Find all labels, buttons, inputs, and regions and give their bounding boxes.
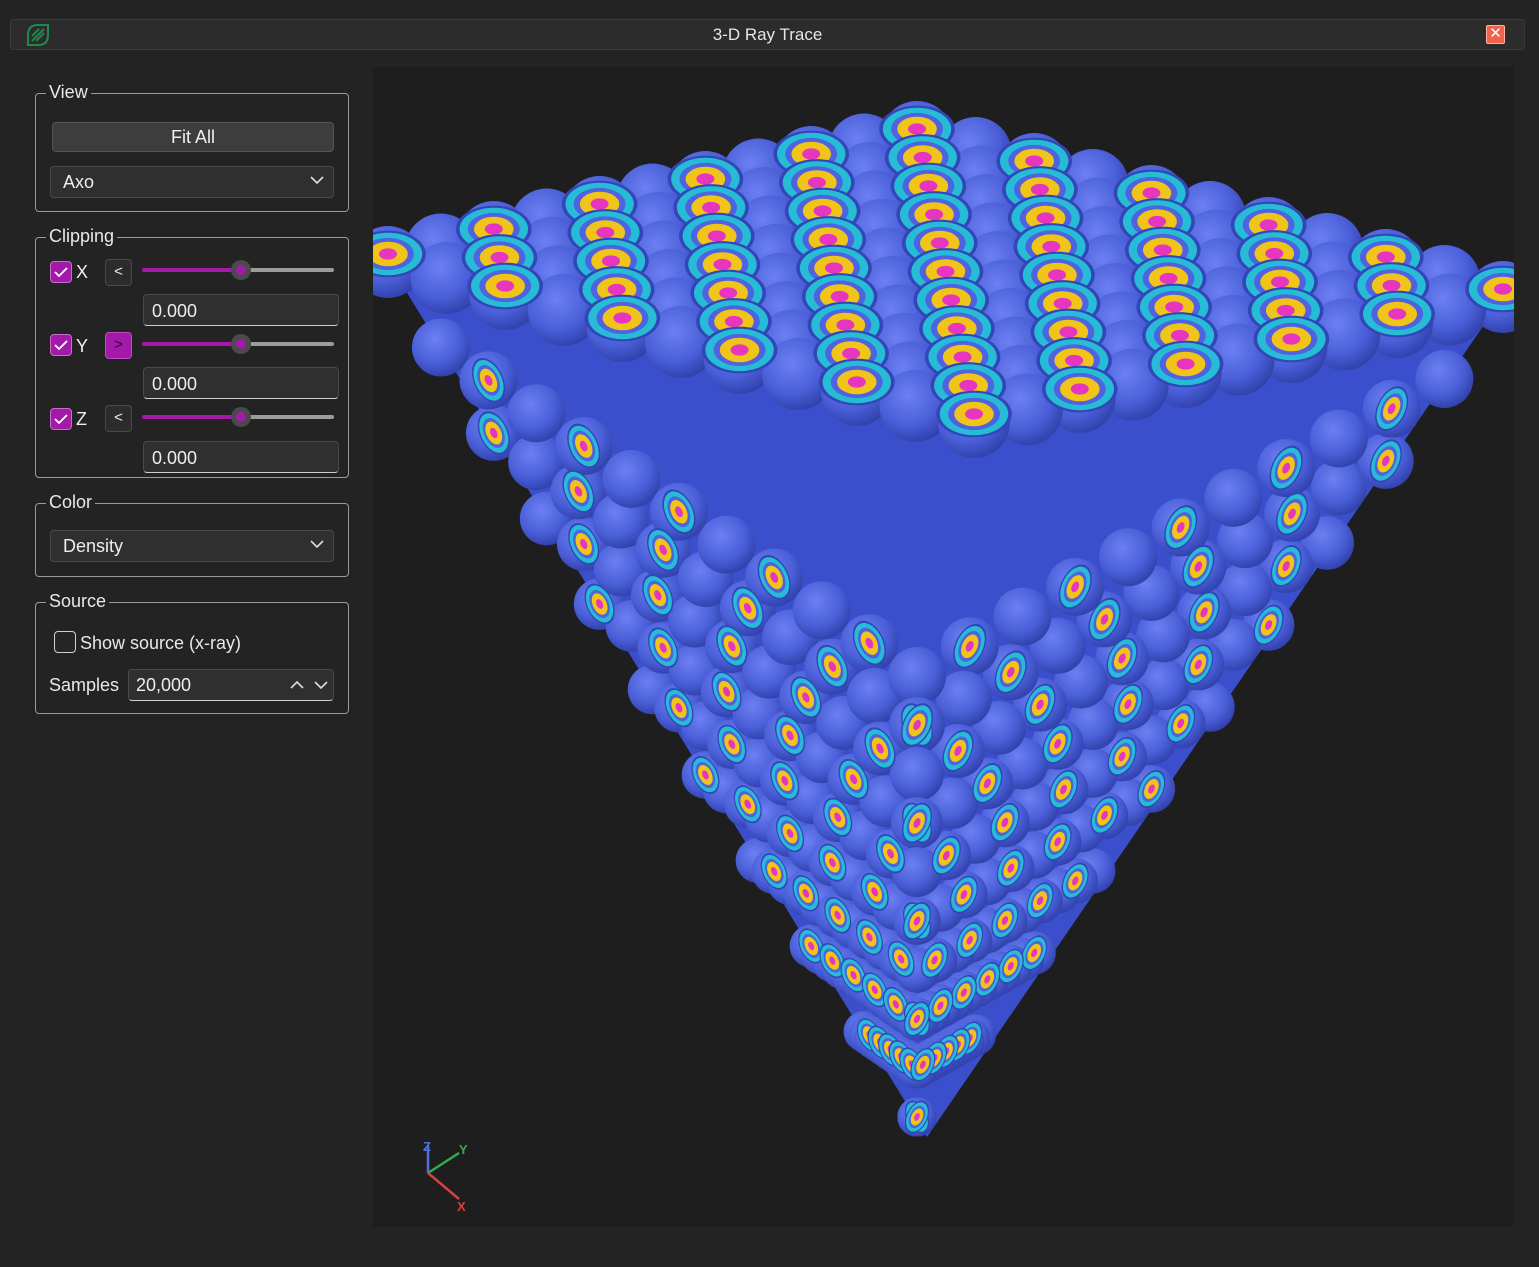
samples-spinbox[interactable]: 20,000 xyxy=(128,669,334,701)
close-button[interactable]: ✕ xyxy=(1486,25,1505,44)
axis-triad: Z Y X xyxy=(423,1139,468,1214)
check-icon xyxy=(54,414,68,425)
slider-thumb[interactable] xyxy=(231,260,251,280)
clip-y-value-field[interactable]: 0.000 xyxy=(143,367,339,399)
title-bar: 3-D Ray Trace ✕ xyxy=(10,19,1525,50)
color-legend: Color xyxy=(46,492,96,512)
show-source-label[interactable]: Show source (x-ray) xyxy=(80,633,241,654)
clipping-legend: Clipping xyxy=(46,226,118,246)
triad-y-label: Y xyxy=(459,1142,468,1157)
samples-label: Samples xyxy=(49,675,120,695)
render-viewport[interactable]: Z Y X xyxy=(373,67,1514,1227)
slider-track xyxy=(241,415,334,419)
cut-section xyxy=(701,326,778,374)
check-icon xyxy=(54,340,68,351)
clip-z-label: Z xyxy=(76,409,87,429)
cut-section xyxy=(1253,315,1330,363)
slider-thumb[interactable] xyxy=(231,407,251,427)
cut-section xyxy=(1359,290,1435,338)
clip-x-checkbox[interactable] xyxy=(50,261,72,283)
chevron-down-icon xyxy=(310,540,324,549)
clip-x-label: X xyxy=(76,262,89,282)
cut-section xyxy=(1147,340,1224,388)
clip-z-checkbox[interactable] xyxy=(50,408,72,430)
projection-value: Axo xyxy=(63,172,95,192)
fit-all-button[interactable]: Fit All xyxy=(52,122,334,152)
clip-y-checkbox[interactable] xyxy=(50,334,72,356)
clip-x-direction-button[interactable]: < xyxy=(105,259,132,286)
source-legend: Source xyxy=(46,591,110,611)
color-mode-value: Density xyxy=(63,536,124,556)
slider-track xyxy=(241,268,334,272)
close-icon: ✕ xyxy=(1489,25,1502,42)
cut-section xyxy=(584,294,661,342)
color-mode-select[interactable]: Density xyxy=(50,530,334,562)
clip-z-value-field[interactable]: 0.000 xyxy=(143,441,339,473)
projection-select[interactable]: Axo xyxy=(50,166,334,198)
chevron-down-icon xyxy=(310,176,324,185)
slider-track-filled xyxy=(142,415,241,419)
clip-y-label: Y xyxy=(76,336,89,356)
clip-x-slider[interactable] xyxy=(142,260,334,280)
chevron-down-icon[interactable] xyxy=(313,677,329,693)
clip-y-slider[interactable] xyxy=(142,334,334,354)
cut-section xyxy=(819,358,895,406)
view-group: View Fit All Axo xyxy=(35,82,349,212)
slider-thumb[interactable] xyxy=(231,334,251,354)
view-legend: View xyxy=(46,82,91,102)
cut-section xyxy=(1042,365,1118,413)
samples-value: 20,000 xyxy=(136,675,192,695)
clip-y-direction-button[interactable]: > xyxy=(105,332,132,359)
slider-track-filled xyxy=(142,342,241,346)
clip-z-direction-button[interactable]: < xyxy=(105,405,132,432)
slider-track-filled xyxy=(142,268,241,272)
window-title: 3-D Ray Trace xyxy=(712,25,823,44)
check-icon xyxy=(54,267,68,278)
clip-x-value-field[interactable]: 0.000 xyxy=(143,294,339,326)
ray-trace-scene[interactable]: Z Y X xyxy=(373,67,1514,1227)
show-source-checkbox[interactable] xyxy=(54,631,76,653)
cut-section xyxy=(467,262,543,310)
slider-track xyxy=(241,342,334,346)
clip-z-slider[interactable] xyxy=(142,407,334,427)
triad-x-label: X xyxy=(457,1199,466,1214)
cut-section xyxy=(936,390,1012,438)
source-group: Source Show source (x-ray) Samples 20,00… xyxy=(35,591,349,714)
clipping-group: Clipping X < 0.000 Y > 0.000 Z < 0.000 xyxy=(35,226,349,478)
triad-z-label: Z xyxy=(423,1139,431,1154)
chevron-up-icon[interactable] xyxy=(289,677,305,693)
color-group: Color Density xyxy=(35,492,349,577)
